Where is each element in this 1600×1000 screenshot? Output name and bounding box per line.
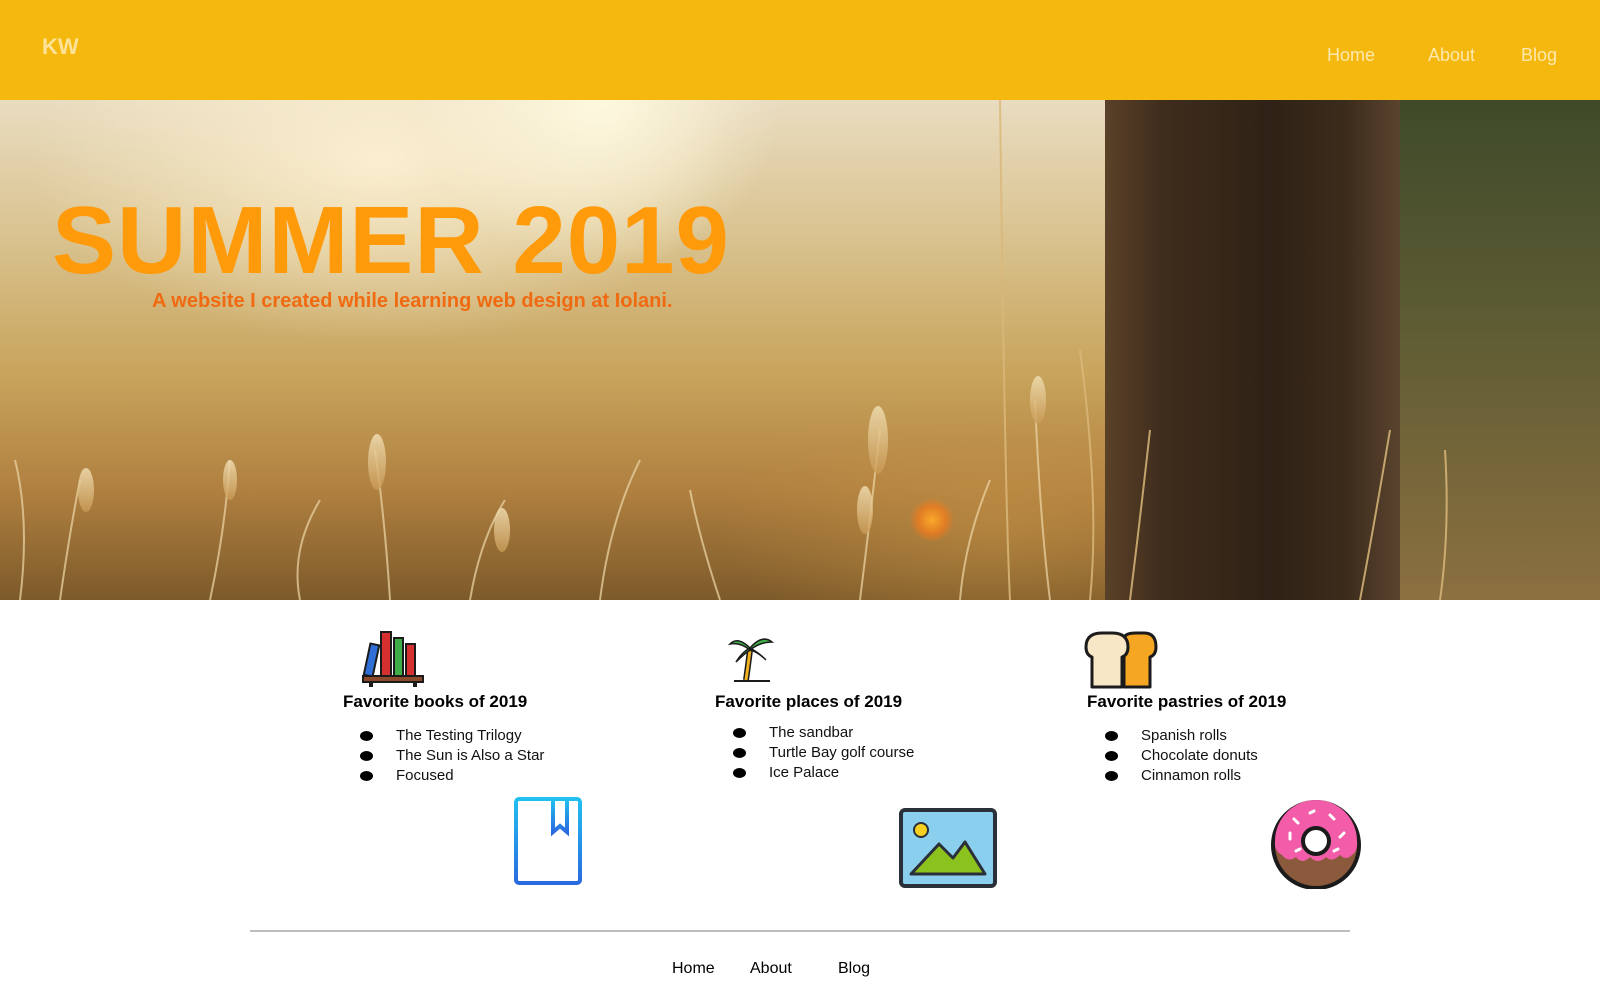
bullet [733, 748, 746, 758]
bullet [733, 728, 746, 738]
list-item: Focused [360, 766, 544, 786]
foreground-grass [999, 100, 1448, 600]
list-item: Turtle Bay golf course [733, 743, 914, 763]
nav-blog-link[interactable]: Blog [1521, 45, 1557, 66]
lens-flare [910, 498, 954, 542]
top-navbar: KW Home About Blog [0, 0, 1600, 100]
places-list: The sandbar Turtle Bay golf course Ice P… [733, 723, 914, 783]
list-item: The sandbar [733, 723, 914, 743]
nav-home-link[interactable]: Home [1327, 45, 1375, 66]
places-heading: Favorite places of 2019 [715, 692, 903, 711]
nav-about-link[interactable]: About [1428, 45, 1475, 66]
donut-icon [1271, 800, 1361, 889]
site-logo[interactable]: KW [42, 34, 79, 60]
list-item: Spanish rolls [1105, 726, 1258, 746]
list-item: Ice Palace [733, 763, 914, 783]
pastries-heading: Favorite pastries of 2019 [1087, 692, 1287, 711]
footer-home-link[interactable]: Home [672, 960, 715, 978]
bullet [1105, 751, 1118, 761]
hero-banner: SUMMER 2019 A website I created while le… [0, 100, 1600, 600]
palm-tree-icon [728, 638, 774, 682]
bread-loaf-icon [1084, 631, 1158, 689]
list-item: The Sun is Also a Star [360, 746, 544, 766]
hero-subtitle: A website I created while learning web d… [152, 290, 673, 312]
bullet [360, 731, 373, 741]
list-item: The Testing Trilogy [360, 726, 544, 746]
list-item: Chocolate donuts [1105, 746, 1258, 766]
bullet [360, 771, 373, 781]
books-heading: Favorite books of 2019 [343, 692, 528, 711]
bullet [733, 768, 746, 778]
footer-about-link[interactable]: About [750, 960, 792, 978]
landscape-image-icon [899, 808, 997, 888]
hero-title: SUMMER 2019 [52, 187, 730, 294]
footer-blog-link[interactable]: Blog [838, 960, 870, 978]
footer-divider [250, 930, 1350, 932]
bullet [1105, 771, 1118, 781]
bookmark-book-icon [514, 797, 582, 885]
list-item: Cinnamon rolls [1105, 766, 1258, 786]
bullet [1105, 731, 1118, 741]
books-list: The Testing Trilogy The Sun is Also a St… [360, 726, 544, 786]
bookshelf-icon [362, 631, 424, 687]
bullet [360, 751, 373, 761]
pastries-list: Spanish rolls Chocolate donuts Cinnamon … [1105, 726, 1258, 786]
